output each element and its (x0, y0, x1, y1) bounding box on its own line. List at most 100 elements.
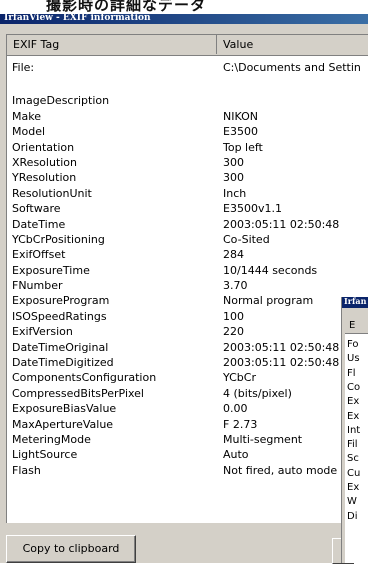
exif-list[interactable]: EXIF Tag Value File: C:\Documents and Set… (6, 34, 368, 523)
list-header: EXIF Tag Value (7, 35, 368, 56)
table-row[interactable]: Orientation Top left (7, 141, 368, 156)
table-row[interactable]: DateTimeOriginal 2003:05:11 02:50:48 (7, 341, 368, 356)
exif-value-cell: Co-Sited (223, 232, 270, 246)
exif-tag-cell: DateTimeDigitized (12, 356, 114, 370)
exif-value-cell: Not fired, auto mode (223, 463, 338, 477)
exif-tag-cell: ExposureProgram (12, 294, 110, 308)
exif-tag-cell: YResolution (12, 171, 77, 185)
exif-value-cell: 300 (223, 171, 244, 185)
table-row[interactable]: ExposureBiasValue 0.00 (7, 402, 368, 417)
table-row[interactable]: MeteringMode Multi-segment (7, 433, 368, 448)
exif-tag-cell: Flash (12, 463, 41, 477)
table-row[interactable]: Make NIKON (7, 110, 368, 125)
exif-tag-cell: CompressedBitsPerPixel (12, 386, 144, 400)
table-row[interactable]: File: C:\Documents and Settin (7, 61, 368, 76)
second-window-list[interactable]: E Fo Us Fl Co Ex Ex Int Fil Sc Cu Ex W Di (345, 317, 368, 563)
table-row[interactable]: Model E3500 (7, 125, 368, 140)
table-row[interactable]: ImageDescription (7, 94, 368, 109)
exif-value-cell: 2003:05:11 02:50:48 (223, 217, 340, 231)
list-item: W (347, 496, 357, 508)
exif-tag-cell: LightSource (12, 448, 78, 462)
exif-value-cell: E3500v1.1 (223, 202, 282, 216)
window-title: IrfanView - EXIF information (4, 13, 151, 23)
exif-value-cell: F 2.73 (223, 417, 258, 431)
exif-window: IrfanView - EXIF information EXIF Tag Va… (0, 13, 368, 564)
table-row[interactable]: ExposureProgram Normal program (7, 294, 368, 309)
exif-tag-cell: DateTime (12, 217, 66, 231)
exif-tag-cell: ResolutionUnit (12, 186, 92, 200)
exif-tag-cell: FNumber (12, 279, 63, 293)
second-exif-window: Irfan E Fo Us Fl Co Ex Ex Int Fil Sc Cu Ex W Di (341, 297, 368, 563)
exif-value-cell: 284 (223, 248, 244, 262)
copy-to-clipboard-button[interactable]: Copy to clipboard (6, 535, 136, 563)
table-row[interactable]: ExposureTime 10/1444 seconds (7, 264, 368, 279)
exif-tag-cell: YCbCrPositioning (12, 232, 105, 246)
exif-tag-cell: ISOSpeedRatings (12, 309, 107, 323)
list-item: Ex (347, 482, 360, 493)
exif-value-cell: Inch (223, 186, 247, 200)
list-item: Sc (347, 453, 359, 465)
exif-tag-cell: Software (12, 202, 61, 216)
exif-tag-cell: File: (12, 61, 35, 74)
exif-value-cell: Auto (223, 448, 249, 462)
table-row[interactable] (7, 76, 368, 94)
exif-value-cell: Top left (223, 140, 263, 154)
table-row[interactable]: DateTimeDigitized 2003:05:11 02:50:48 (7, 356, 368, 371)
exif-value-cell: 2003:05:11 02:50:48 (223, 356, 340, 370)
list-item: Fo (347, 339, 359, 350)
list-item: Fl (347, 367, 356, 379)
exif-tag-cell: XResolution (12, 155, 78, 169)
table-row[interactable]: ResolutionUnit Inch (7, 187, 368, 202)
table-row[interactable]: CompressedBitsPerPixel 4 (bits/pixel) (7, 387, 368, 402)
exif-tag-cell: ComponentsConfiguration (12, 371, 157, 385)
exif-value-cell: 2003:05:11 02:50:48 (223, 340, 340, 354)
exif-tag-cell: DateTimeOriginal (12, 340, 109, 354)
table-row[interactable]: YResolution 300 (7, 171, 368, 186)
exif-tag-cell: Model (12, 125, 46, 139)
exif-tag-cell: ExposureBiasValue (12, 402, 117, 416)
table-row[interactable]: Software E3500v1.1 (7, 202, 368, 217)
page-caption: 撮影時の詳細なデータ (0, 0, 368, 14)
list-item: Di (347, 510, 358, 522)
exif-value-cell: E3500 (223, 125, 258, 139)
exif-value-cell: YCbCr (223, 371, 256, 385)
list-item: Cu (347, 467, 361, 479)
list-item: Fil (347, 439, 358, 451)
exif-value-cell: 10/1444 seconds (223, 263, 318, 277)
second-window-titlebar[interactable]: Irfan (342, 297, 368, 308)
exif-value-cell: 0.00 (223, 402, 248, 416)
column-header-tag[interactable]: EXIF Tag (7, 35, 217, 54)
list-item: Ex (347, 396, 360, 408)
list-item: Ex (347, 410, 360, 422)
second-window-header[interactable]: E (345, 317, 368, 334)
table-row[interactable]: Flash Not fired, auto mode (7, 464, 368, 479)
exif-tag-cell: Make (12, 109, 41, 123)
list-item: Co (347, 381, 361, 393)
caption-text: 撮影時の詳細なデータ (46, 0, 207, 14)
column-header-value[interactable]: Value (217, 35, 368, 54)
table-row[interactable]: XResolution 300 (7, 156, 368, 171)
list-rows: File: C:\Documents and Settin ImageDescrip… (7, 61, 368, 479)
exif-tag-cell: Orientation (12, 140, 75, 154)
window-titlebar[interactable]: IrfanView - EXIF information (0, 13, 368, 24)
second-window-title: Irfan (344, 297, 367, 306)
table-row[interactable]: YCbCrPositioning Co-Sited (7, 233, 368, 248)
exif-tag-cell: ExifVersion (12, 325, 73, 339)
exif-value-cell: Normal program (223, 294, 314, 308)
table-row[interactable]: MaxApertureValue F 2.73 (7, 418, 368, 433)
exif-tag-cell: MeteringMode (12, 432, 91, 446)
exif-value-cell: 100 (223, 309, 244, 323)
table-row[interactable]: LightSource Auto (7, 448, 368, 463)
exif-value-cell: 4 (bits/pixel) (223, 386, 292, 400)
exif-value-cell: Multi-segment (223, 432, 303, 446)
exif-value-cell: 220 (223, 325, 244, 339)
table-row[interactable]: ISOSpeedRatings 100 (7, 310, 368, 325)
table-row[interactable]: DateTime 2003:05:11 02:50:48 (7, 218, 368, 233)
exif-value-cell: 300 (223, 155, 244, 169)
table-row[interactable]: FNumber 3.70 (7, 279, 368, 294)
table-row[interactable]: ComponentsConfiguration YCbCr (7, 371, 368, 386)
exif-tag-cell: ExifOffset (12, 248, 66, 262)
table-row[interactable]: ExifVersion 220 (7, 325, 368, 340)
list-item: Int (347, 424, 361, 436)
table-row[interactable]: ExifOffset 284 (7, 248, 368, 263)
